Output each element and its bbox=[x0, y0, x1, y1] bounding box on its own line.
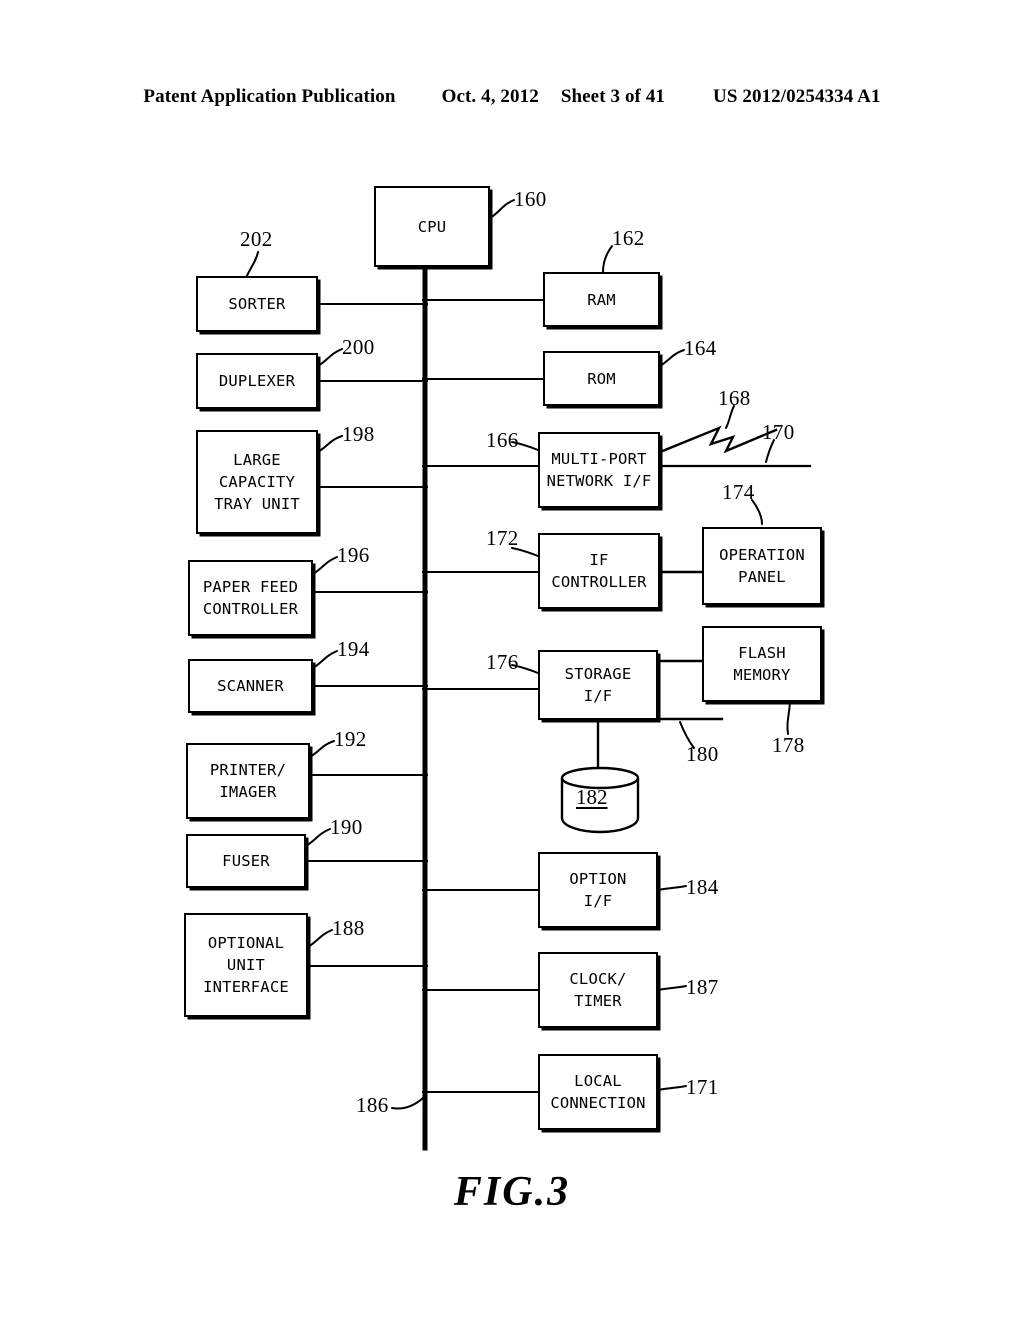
node-clock-timer-line2: TIMER bbox=[574, 992, 622, 1010]
ref-174: 174 bbox=[722, 480, 755, 504]
node-rom[interactable]: ROM bbox=[543, 351, 660, 406]
node-local-connection[interactable]: LOCAL CONNECTION bbox=[538, 1054, 658, 1130]
node-optional-unit-line3: INTERFACE bbox=[203, 978, 289, 996]
node-paper-feed-controller[interactable]: PAPER FEED CONTROLLER bbox=[188, 560, 313, 636]
ref-171: 171 bbox=[686, 1075, 719, 1099]
node-large-capacity-line2: CAPACITY bbox=[218, 473, 296, 491]
node-fuser-label: FUSER bbox=[222, 852, 270, 870]
node-clock-timer[interactable]: CLOCK/ TIMER bbox=[538, 952, 658, 1028]
ref-186: 186 bbox=[356, 1093, 389, 1117]
node-storage-if-line2: I/F bbox=[583, 687, 613, 705]
node-option-if-line2: I/F bbox=[583, 892, 613, 910]
node-paper-feed-line2: CONTROLLER bbox=[202, 600, 299, 618]
ref-190: 190 bbox=[330, 815, 363, 839]
ref-172: 172 bbox=[486, 526, 519, 550]
node-local-connection-line1: LOCAL bbox=[574, 1072, 622, 1090]
node-duplexer[interactable]: DUPLEXER bbox=[196, 353, 318, 409]
node-printer-imager-line2: IMAGER bbox=[219, 783, 277, 801]
node-operation-panel-line1: OPERATION bbox=[719, 546, 805, 564]
ref-192: 192 bbox=[334, 727, 367, 751]
node-storage-if-line1: STORAGE bbox=[564, 665, 632, 683]
node-optional-unit-line1: OPTIONAL bbox=[207, 934, 285, 952]
ref-202: 202 bbox=[240, 227, 273, 251]
node-sorter-label: SORTER bbox=[228, 295, 286, 313]
node-if-controller[interactable]: IF CONTROLLER bbox=[538, 533, 660, 609]
leader-171 bbox=[657, 1085, 687, 1091]
ref-166: 166 bbox=[486, 428, 519, 452]
node-large-capacity-line1: LARGE bbox=[233, 451, 281, 469]
leader-178 bbox=[786, 699, 791, 735]
ref-168: 168 bbox=[718, 386, 751, 410]
node-multiport-line2: NETWORK I/F bbox=[546, 472, 652, 490]
node-option-if[interactable]: OPTION I/F bbox=[538, 852, 658, 928]
ref-184: 184 bbox=[686, 875, 719, 899]
leader-192 bbox=[309, 740, 335, 758]
node-printer-imager[interactable]: PRINTER/ IMAGER bbox=[186, 743, 310, 819]
node-sorter[interactable]: SORTER bbox=[196, 276, 318, 332]
node-cpu-label: CPU bbox=[417, 217, 447, 236]
leader-187 bbox=[657, 985, 687, 991]
ref-176: 176 bbox=[486, 650, 519, 674]
ref-194: 194 bbox=[337, 637, 370, 661]
disk-drive-label: 182 bbox=[576, 785, 608, 809]
node-optional-unit-interface[interactable]: OPTIONAL UNIT INTERFACE bbox=[184, 913, 308, 1017]
leader-160 bbox=[489, 199, 515, 219]
leader-164 bbox=[659, 349, 685, 367]
node-fuser[interactable]: FUSER bbox=[186, 834, 306, 888]
ref-170: 170 bbox=[762, 420, 795, 444]
node-large-capacity-line3: TRAY UNIT bbox=[214, 495, 300, 513]
node-paper-feed-line1: PAPER FEED bbox=[202, 578, 299, 596]
node-operation-panel[interactable]: OPERATION PANEL bbox=[702, 527, 822, 605]
node-option-if-line1: OPTION bbox=[569, 870, 627, 888]
node-if-controller-line1: IF bbox=[589, 551, 609, 569]
figure-3-diagram: CPU SORTER DUPLEXER LARGE CAPACITY TRAY … bbox=[0, 0, 1024, 1320]
node-multiport-network-if[interactable]: MULTI-PORT NETWORK I/F bbox=[538, 432, 660, 508]
node-optional-unit-line2: UNIT bbox=[226, 956, 266, 974]
ref-180: 180 bbox=[686, 742, 719, 766]
node-duplexer-label: DUPLEXER bbox=[218, 372, 296, 390]
ref-162: 162 bbox=[612, 226, 645, 250]
node-flash-memory[interactable]: FLASH MEMORY bbox=[702, 626, 822, 702]
leader-202 bbox=[245, 251, 259, 279]
ref-198: 198 bbox=[342, 422, 375, 446]
node-if-controller-line2: CONTROLLER bbox=[551, 573, 647, 591]
node-printer-imager-line1: PRINTER/ bbox=[209, 761, 287, 779]
ref-200: 200 bbox=[342, 335, 375, 359]
leader-196 bbox=[312, 556, 338, 575]
node-storage-if[interactable]: STORAGE I/F bbox=[538, 650, 658, 720]
node-ram-label: RAM bbox=[587, 290, 616, 309]
leader-184 bbox=[657, 885, 687, 891]
leader-162 bbox=[602, 245, 613, 273]
ref-178: 178 bbox=[772, 733, 805, 757]
leader-190 bbox=[305, 828, 331, 847]
node-large-capacity-tray-unit[interactable]: LARGE CAPACITY TRAY UNIT bbox=[196, 430, 318, 534]
node-clock-timer-line1: CLOCK/ bbox=[569, 970, 627, 988]
node-cpu[interactable]: CPU bbox=[374, 186, 490, 267]
node-ram[interactable]: RAM bbox=[543, 272, 660, 327]
node-rom-label: ROM bbox=[587, 369, 616, 388]
wireless-link-168 bbox=[658, 425, 778, 454]
node-local-connection-line2: CONNECTION bbox=[550, 1094, 646, 1112]
ref-188: 188 bbox=[332, 916, 365, 940]
leader-186 bbox=[391, 1097, 424, 1110]
node-flash-memory-line2: MEMORY bbox=[733, 666, 791, 684]
node-flash-memory-line1: FLASH bbox=[738, 644, 786, 662]
leader-188 bbox=[307, 929, 333, 948]
ref-196: 196 bbox=[337, 543, 370, 567]
leader-200 bbox=[317, 348, 343, 367]
ref-160: 160 bbox=[514, 187, 547, 211]
node-operation-panel-line2: PANEL bbox=[738, 568, 786, 586]
ref-187: 187 bbox=[686, 975, 719, 999]
leader-194 bbox=[312, 650, 338, 669]
leader-198 bbox=[317, 435, 343, 453]
ref-164: 164 bbox=[684, 336, 717, 360]
figure-caption: FIG.3 bbox=[453, 1169, 571, 1215]
node-multiport-line1: MULTI-PORT bbox=[551, 450, 647, 468]
node-scanner-label: SCANNER bbox=[217, 677, 284, 695]
node-scanner[interactable]: SCANNER bbox=[188, 659, 313, 713]
